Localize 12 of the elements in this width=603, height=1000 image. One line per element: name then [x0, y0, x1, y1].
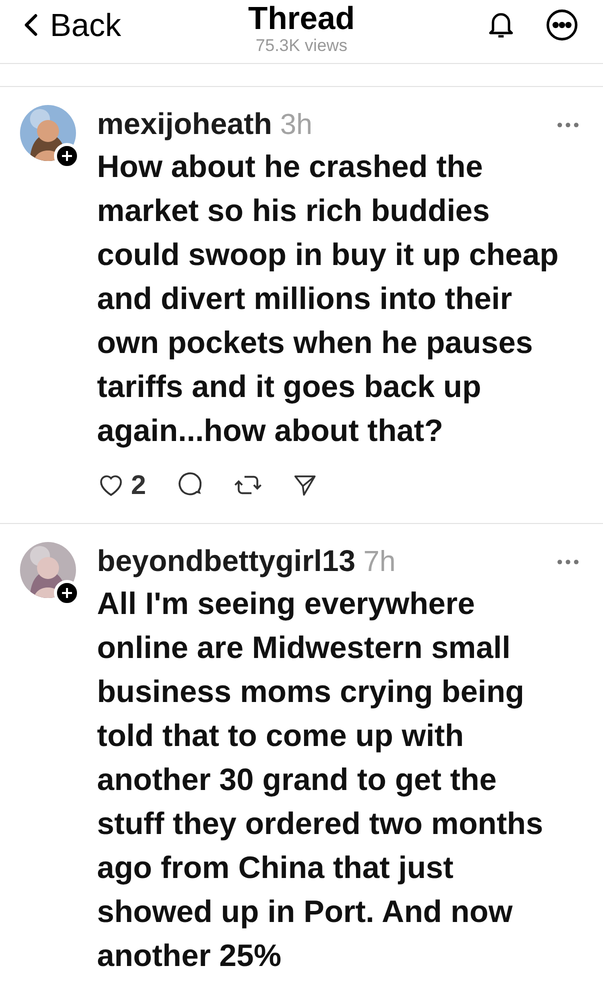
post-text: All I'm seeing everywhere online are Midwestern small business moms crying being told that to come up with another 30 grand to get the stuff they ordered two months ago from China that just showed up in Port. And now another 25%	[97, 585, 544, 975]
more-icon[interactable]	[545, 8, 579, 42]
back-button[interactable]: Back	[24, 0, 122, 48]
post-time: 3h	[280, 108, 312, 143]
username[interactable]: beyondbettygirl13	[97, 542, 356, 582]
post-time: 7h	[363, 545, 396, 580]
post-text: How about he crashed the market so his rich buddies could swoop in buy it up cheap and divert millions into their own pockets when he pauses tariffs and it goes back up again...how about that?	[97, 148, 560, 450]
like-count: 2	[131, 468, 146, 502]
view-count: 75.3K views	[256, 36, 348, 56]
page-title: Thread	[248, 0, 355, 36]
back-icon	[24, 12, 38, 38]
username[interactable]: mexijoheath	[97, 105, 272, 145]
